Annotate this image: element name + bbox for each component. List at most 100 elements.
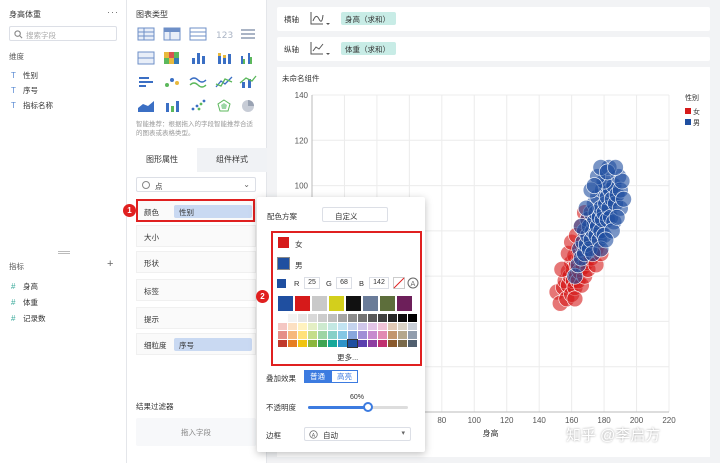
field-name: 身高: [23, 282, 38, 291]
granularity-field-pill[interactable]: 序号: [174, 338, 252, 351]
x-tick-label: 140: [533, 416, 547, 425]
radar-chart-icon[interactable]: [215, 98, 233, 114]
caret-down-icon: ▾: [401, 430, 405, 437]
measure-field-weight[interactable]: # 体重: [11, 297, 38, 308]
label-property-row[interactable]: 标签: [136, 279, 256, 301]
opacity-slider-handle[interactable]: [363, 402, 373, 412]
border-select[interactable]: A 自动 ▾: [304, 427, 411, 441]
measure-field-record-count[interactable]: # 记录数: [11, 313, 46, 324]
y-tick-label: 120: [295, 136, 309, 145]
scatter-point[interactable]: [607, 159, 624, 176]
area-chart-icon[interactable]: [137, 98, 155, 114]
measure-field-height[interactable]: # 身高: [11, 281, 38, 292]
bar-chart-icon[interactable]: [189, 50, 207, 66]
detail-table-icon[interactable]: [189, 26, 207, 42]
cross-table-icon[interactable]: [163, 26, 181, 42]
scatter-point[interactable]: [586, 177, 603, 194]
legend-item-male[interactable]: 男: [685, 118, 700, 128]
stacked-bar-icon[interactable]: [215, 50, 233, 66]
more-options-icon[interactable]: ···: [107, 7, 119, 17]
watermark: 知乎 @李启方: [566, 427, 661, 444]
legend-label: 男: [693, 120, 700, 127]
field-name: 性别: [23, 71, 38, 80]
text-type-icon: T: [11, 71, 16, 80]
svg-text:A: A: [312, 433, 316, 439]
x-axis-field-pill[interactable]: 身高（求和）: [341, 12, 396, 25]
horizontal-bar-icon[interactable]: [137, 74, 155, 90]
y-axis-shelf[interactable]: 纵轴 体重（求和）: [277, 37, 710, 61]
result-filter-title: 结果过滤器: [136, 402, 174, 411]
chart-config-panel: 图表类型 123 智能推荐：根据拖入的字段智能推荐合适的图表或表格类型。 图形属…: [127, 0, 267, 463]
text-type-icon: T: [11, 101, 16, 110]
kpi-number-icon[interactable]: 123: [215, 26, 233, 42]
auto-color-icon: A: [309, 430, 318, 439]
blend-bright-button[interactable]: 高亮: [331, 370, 358, 383]
measures-label: 指标: [9, 262, 24, 271]
legend-title: 性别: [685, 95, 699, 102]
add-measure-button[interactable]: +: [107, 258, 113, 270]
column-chart-icon[interactable]: [163, 98, 181, 114]
x-tick-label: 100: [468, 416, 482, 425]
line-chart-icon[interactable]: [215, 74, 233, 90]
dimension-field-metric-name[interactable]: T 指标名称: [11, 100, 53, 111]
scatter-point[interactable]: [573, 218, 590, 235]
shape-label: 形状: [144, 259, 159, 268]
search-placeholder: 搜索字段: [26, 31, 56, 40]
tab-shape-properties[interactable]: 图形属性: [127, 148, 197, 172]
granularity-property-row[interactable]: 细粒度 序号: [136, 333, 256, 355]
scheme-select[interactable]: 自定义: [322, 207, 388, 222]
heatmap-icon[interactable]: [163, 50, 181, 66]
wave-chart-icon[interactable]: [189, 74, 207, 90]
scatter-chart-icon[interactable]: [189, 98, 207, 114]
grouped-bar-icon[interactable]: [239, 50, 257, 66]
y-tick-label: 140: [295, 91, 309, 100]
scatter-point[interactable]: [615, 190, 632, 208]
x-axis-shelf[interactable]: 横轴 身高（求和）: [277, 7, 710, 31]
legend-label: 女: [693, 109, 700, 116]
legend-swatch: [685, 119, 691, 125]
scatter-point[interactable]: [566, 290, 584, 308]
combo-chart-icon[interactable]: [239, 74, 257, 90]
list-table-icon[interactable]: [239, 26, 257, 42]
dimension-field-gender[interactable]: T 性别: [11, 70, 38, 81]
blend-normal-button[interactable]: 普通: [304, 370, 331, 383]
axis-type-icon[interactable]: [309, 10, 331, 28]
mark-type-select[interactable]: 点 ⌄: [136, 177, 256, 192]
chevron-down-icon: ⌄: [243, 180, 250, 189]
dimension-field-index[interactable]: T 序号: [11, 85, 38, 96]
x-tick-label: 220: [662, 416, 676, 425]
size-label: 大小: [144, 233, 159, 242]
field-search-input[interactable]: 搜索字段: [9, 26, 117, 41]
filter-drop-zone[interactable]: 拖入字段: [136, 418, 256, 446]
grouped-table-icon[interactable]: [137, 50, 155, 66]
dot-map-icon[interactable]: [163, 74, 181, 90]
granularity-label: 细粒度: [144, 341, 167, 350]
opacity-slider[interactable]: [308, 402, 408, 412]
axis-type-icon[interactable]: [309, 40, 331, 58]
pie-chart-icon[interactable]: [239, 98, 257, 114]
point-mark-icon: [142, 181, 150, 189]
x-axis-title: 身高: [483, 428, 499, 438]
field-name: 指标名称: [23, 101, 53, 110]
scatter-point[interactable]: [577, 199, 595, 217]
number-type-icon: #: [11, 298, 16, 307]
table-chart-icon[interactable]: [137, 26, 155, 42]
opacity-value: 60%: [350, 394, 365, 401]
tab-component-style[interactable]: 组件样式: [197, 148, 267, 172]
shape-property-row[interactable]: 形状: [136, 251, 256, 273]
tooltip-property-row[interactable]: 提示: [136, 307, 256, 329]
border-value: 自动: [323, 431, 338, 440]
smart-recommend-tip: 智能推荐：根据拖入的字段智能推荐合适的图表或表格类型。: [136, 121, 253, 137]
field-name: 序号: [23, 86, 38, 95]
x-tick-label: 120: [500, 416, 514, 425]
label-label: 标签: [144, 287, 159, 296]
dataset-title: 身高体重: [9, 10, 41, 19]
y-axis-field-pill[interactable]: 体重（求和）: [341, 42, 396, 55]
scatter-point[interactable]: [597, 231, 615, 249]
size-property-row[interactable]: 大小: [136, 225, 256, 247]
scatter-point[interactable]: [608, 208, 626, 226]
legend-item-female[interactable]: 女: [685, 107, 700, 117]
field-name: 体重: [23, 298, 38, 307]
panel-splitter[interactable]: [58, 251, 70, 254]
data-panel: 身高体重 ··· 搜索字段 维度 T 性别 T 序号 T 指标名称 指标 + # 身高 …: [0, 0, 127, 463]
